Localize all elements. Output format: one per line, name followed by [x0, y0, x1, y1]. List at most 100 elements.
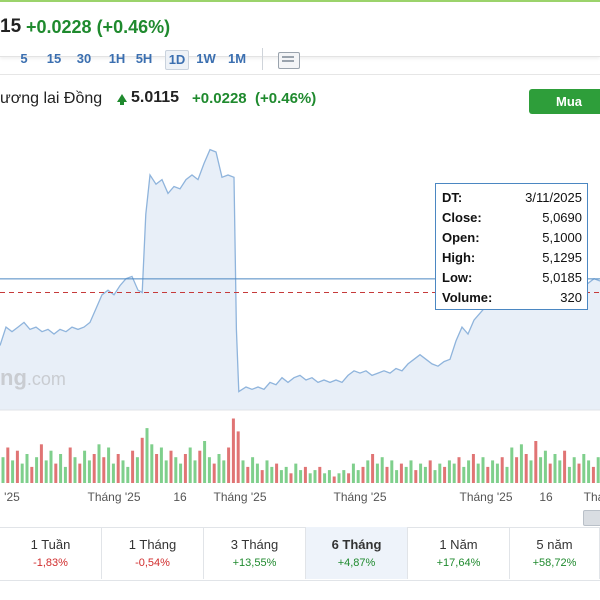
volume-bar	[323, 473, 327, 483]
volume-bar	[467, 460, 471, 483]
volume-bar	[39, 444, 43, 483]
volume-bar	[337, 473, 341, 483]
volume-bar	[179, 463, 183, 483]
watermark-suffix: .com	[26, 369, 66, 389]
volume-bar	[294, 463, 298, 483]
volume-bar	[102, 457, 106, 483]
volume-bar	[471, 454, 475, 483]
period-label: 1 Tháng	[128, 537, 177, 552]
volume-bar	[155, 454, 159, 483]
volume-bar	[30, 466, 34, 483]
volume-bar	[342, 470, 346, 483]
tooltip-key: DT:	[442, 190, 463, 205]
volume-bar	[78, 463, 82, 483]
volume-bar	[534, 441, 538, 483]
volume-bar	[49, 450, 53, 483]
tooltip-row: Low: 5,0185	[442, 270, 582, 290]
volume-bar	[519, 444, 523, 483]
volume-bar	[246, 466, 250, 483]
volume-bar	[385, 466, 389, 483]
volume-bar	[510, 447, 514, 483]
volume-bar	[116, 454, 120, 483]
volume-bar	[505, 466, 509, 483]
volume-bar	[582, 454, 586, 483]
volume-bar	[35, 457, 39, 483]
volume-bar	[591, 466, 595, 483]
volume-bar	[284, 466, 288, 483]
period-tab[interactable]: 1 Tháng -0,54%	[102, 527, 204, 579]
period-change: +17,64%	[436, 557, 481, 569]
period-tab[interactable]: 5 năm +58,72%	[510, 527, 600, 579]
x-tick-label: 16	[539, 490, 553, 504]
x-tick-label: Tháng '25	[334, 490, 387, 504]
volume-bar	[63, 466, 67, 483]
volume-bar	[491, 460, 495, 483]
volume-bar	[97, 444, 101, 483]
volume-bar	[587, 460, 591, 483]
volume-bar	[428, 460, 432, 483]
volume-bar	[241, 460, 245, 483]
tooltip-value: 5,0690	[542, 210, 582, 225]
watermark-logo: ng.com	[0, 365, 66, 391]
period-label: 6 Tháng	[331, 537, 382, 552]
volume-bar	[270, 466, 274, 483]
volume-bar	[188, 447, 192, 483]
volume-bar	[111, 463, 115, 483]
volume-bar	[193, 460, 197, 483]
period-tab[interactable]: 1 Năm +17,64%	[408, 527, 510, 579]
volume-bar	[227, 447, 231, 483]
period-label: 1 Năm	[439, 537, 478, 552]
volume-bar	[198, 450, 202, 483]
volume-bar	[25, 454, 29, 483]
volume-bar	[395, 470, 399, 483]
period-change: +58,72%	[532, 557, 577, 569]
x-tick-label: Tháng '25	[214, 490, 267, 504]
period-tab[interactable]: 6 Tháng +4,87%	[306, 527, 408, 579]
volume-bar	[135, 457, 139, 483]
watermark-text: ng	[0, 365, 27, 390]
volume-bar	[567, 466, 571, 483]
volume-bar	[361, 466, 365, 483]
tooltip-key: Volume:	[442, 290, 493, 305]
chart-scroll-handle[interactable]	[583, 510, 600, 526]
volume-bar	[443, 466, 447, 483]
volume-bar	[207, 457, 211, 483]
volume-bar	[500, 457, 504, 483]
x-tick-label: Thá	[584, 490, 600, 504]
volume-bar	[107, 447, 111, 483]
period-change: +13,55%	[232, 557, 277, 569]
volume-bar	[145, 428, 149, 483]
volume-bar	[87, 460, 91, 483]
ohlc-tooltip: DT: 3/11/2025 Close: 5,0690 Open: 5,1000 High:…	[435, 183, 588, 310]
volume-bar	[251, 457, 255, 483]
volume-bar	[121, 460, 125, 483]
volume-bar	[255, 463, 259, 483]
period-label: 1 Tuần	[30, 537, 71, 552]
volume-bar	[140, 437, 144, 483]
volume-bar	[131, 450, 135, 483]
volume-bar	[289, 473, 293, 483]
period-label: 5 năm	[536, 537, 573, 552]
volume-bar	[577, 463, 581, 483]
tooltip-row: High: 5,1295	[442, 250, 582, 270]
volume-bar	[529, 460, 533, 483]
volume-bar	[351, 463, 355, 483]
volume-bar	[572, 457, 576, 483]
volume-bar	[308, 473, 312, 483]
volume-bar	[447, 460, 451, 483]
volume-bar	[433, 470, 437, 483]
volume-bar	[6, 447, 10, 483]
volume-bar	[332, 476, 336, 483]
volume-bar	[553, 454, 557, 483]
volume-bar	[275, 463, 279, 483]
volume-bar	[15, 450, 19, 483]
volume-bar	[563, 450, 567, 483]
period-tab[interactable]: 1 Tuần -1,83%	[0, 527, 102, 579]
volume-bar	[380, 457, 384, 483]
volume-bar	[366, 460, 370, 483]
tooltip-key: Low:	[442, 270, 473, 285]
tooltip-row: Close: 5,0690	[442, 210, 582, 230]
period-tab[interactable]: 3 Tháng +13,55%	[204, 527, 306, 579]
volume-bar	[11, 460, 15, 483]
volume-bar	[414, 470, 418, 483]
